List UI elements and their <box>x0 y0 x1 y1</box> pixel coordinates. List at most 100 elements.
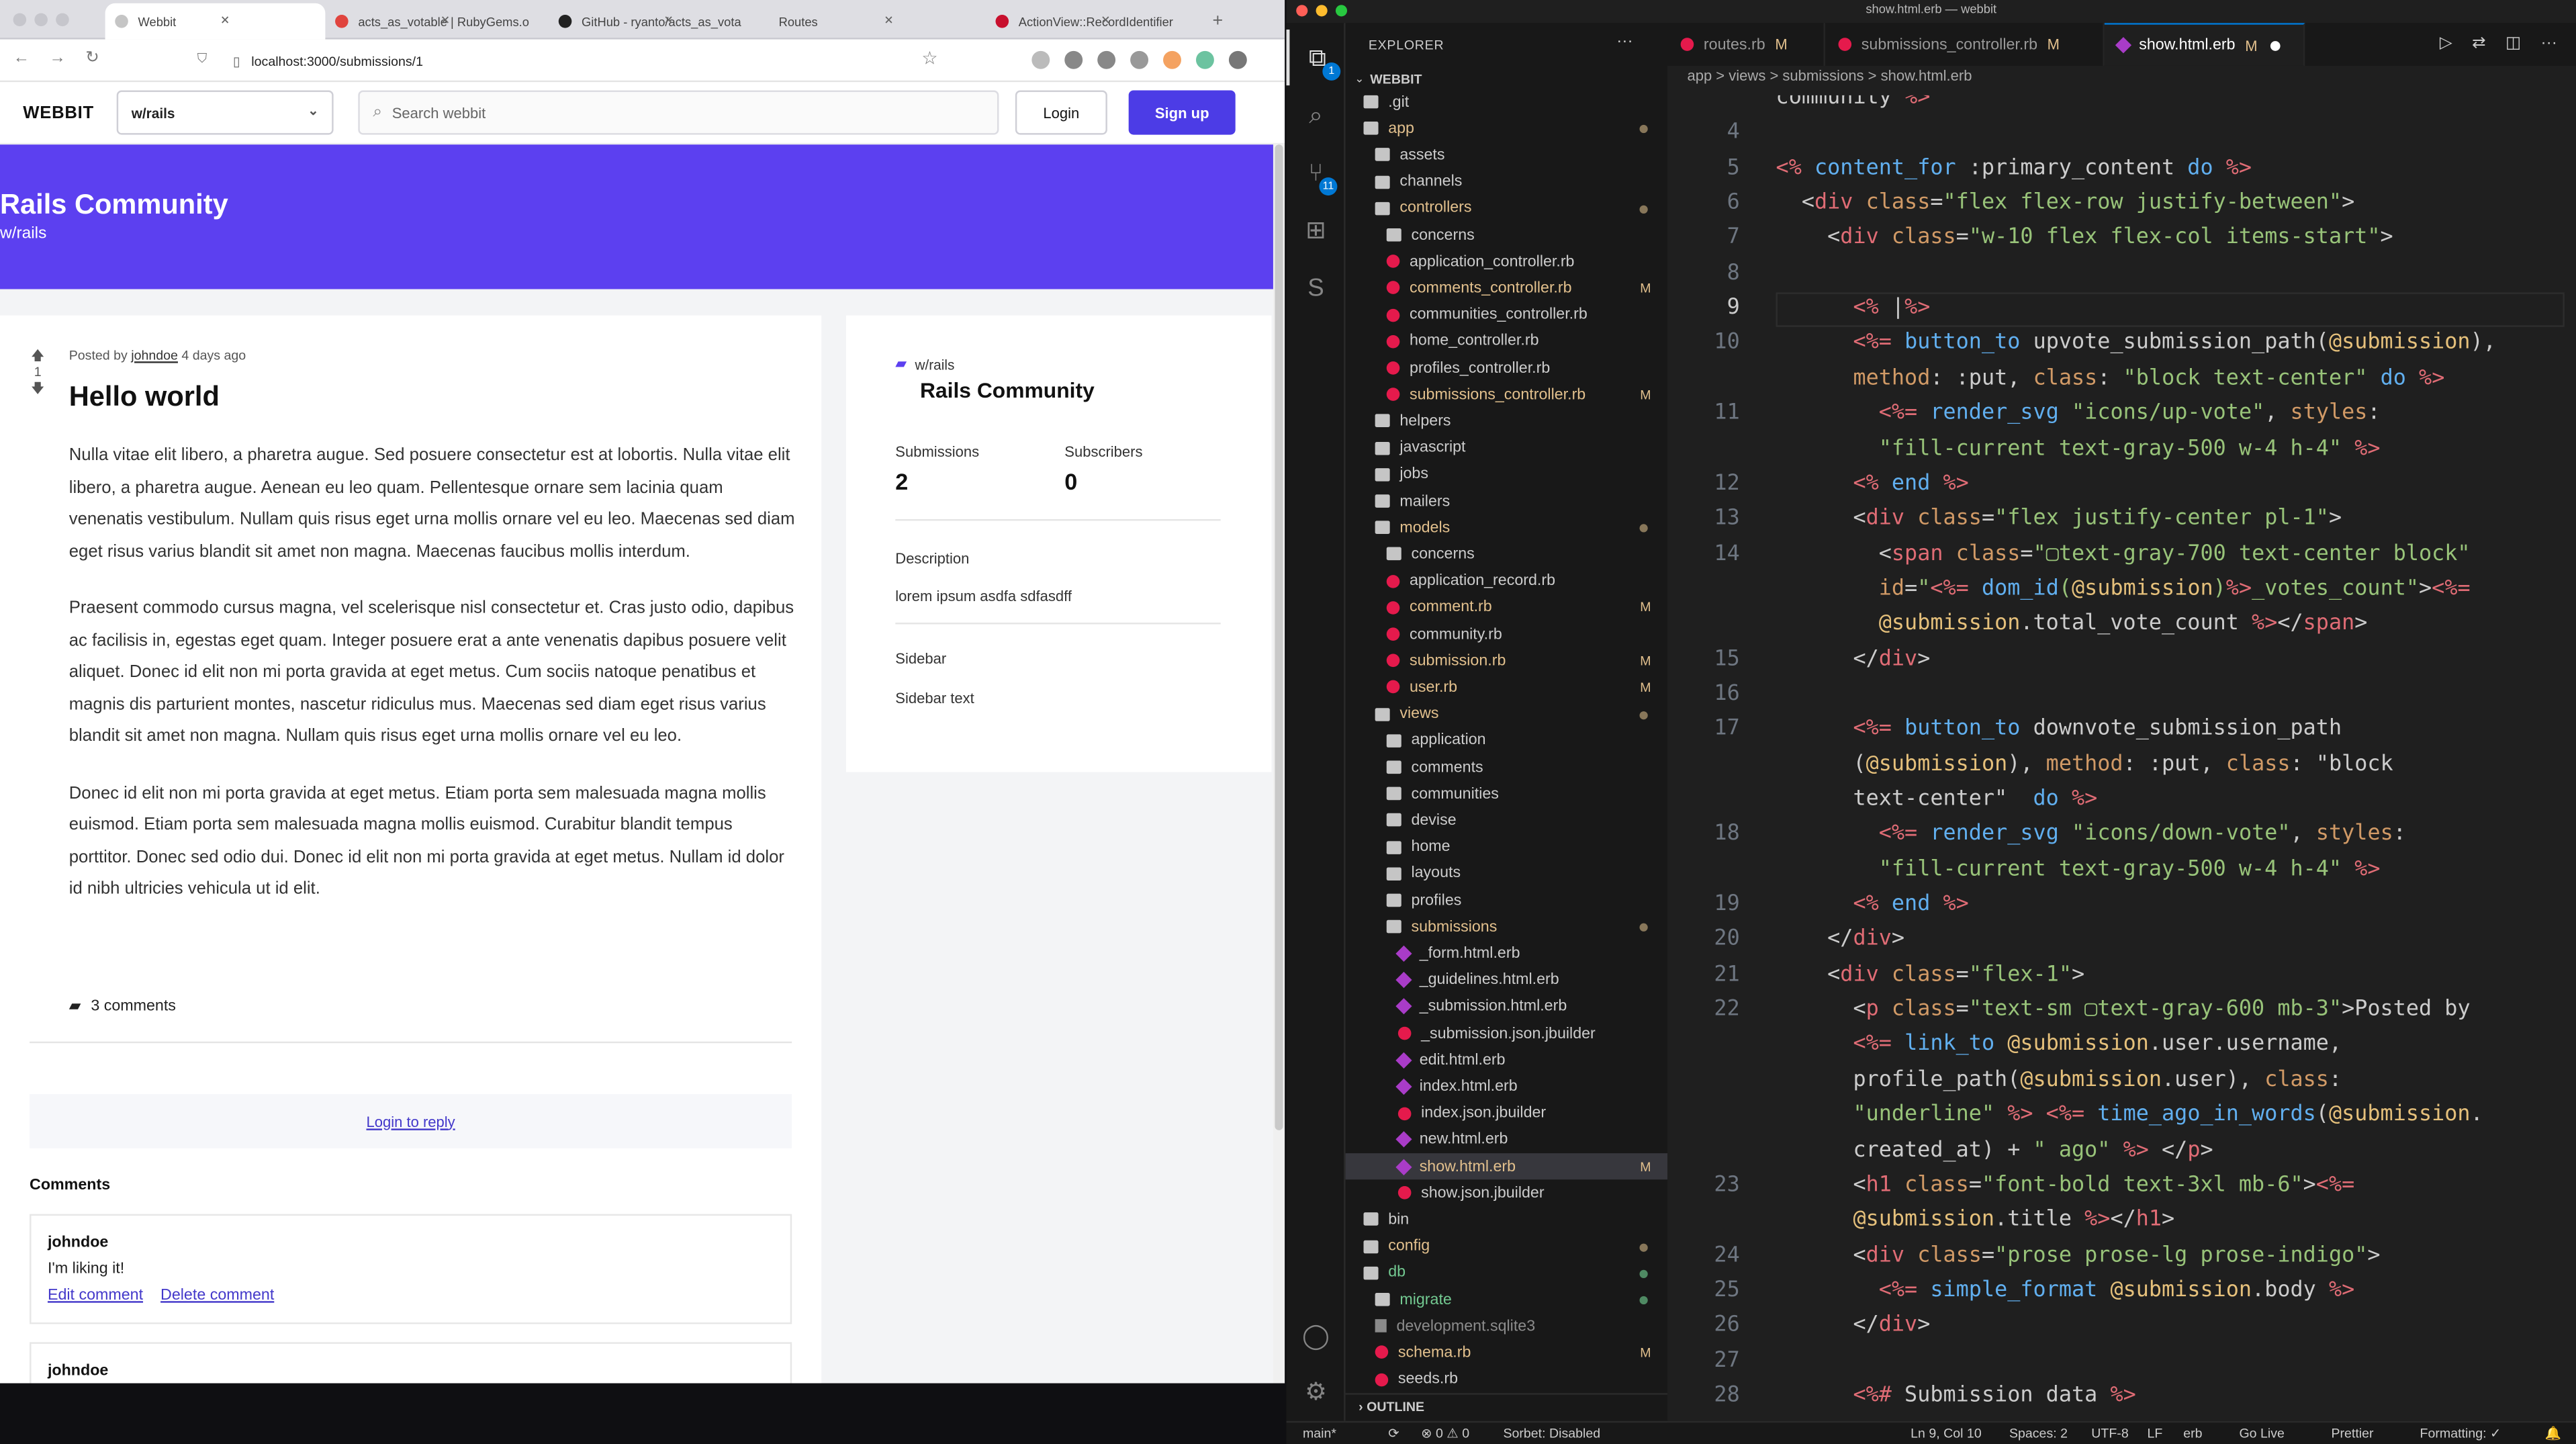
line-ending[interactable]: LF <box>2147 1426 2162 1441</box>
tree-item[interactable]: _guidelines.html.erb <box>1346 967 1667 994</box>
zoom-window-icon[interactable] <box>56 13 69 27</box>
code-line[interactable]: <div class="flex flex-row justify-betwee… <box>1776 191 2354 216</box>
code-line[interactable]: profile_path(@submission.user), class: <box>1776 1067 2342 1092</box>
indentation[interactable]: Spaces: 2 <box>2009 1426 2068 1441</box>
url-field[interactable]: ▯ localhost:3000/submissions/1 <box>222 46 978 76</box>
extension-icon[interactable] <box>1031 50 1050 69</box>
code-line[interactable]: <%= render_svg "icons/up-vote", styles: <box>1776 401 2381 426</box>
code-line[interactable]: <p class="text-sm ▢text-gray-600 mb-3">P… <box>1776 997 2470 1022</box>
editor-tab[interactable]: show.html.erb M <box>2104 23 2305 66</box>
extension-icon[interactable] <box>1130 50 1149 69</box>
language-mode[interactable]: erb <box>2183 1426 2202 1441</box>
code-line[interactable]: <div class="w-10 flex flex-col items-sta… <box>1776 226 2393 251</box>
search-icon[interactable]: ⌕ <box>1287 87 1346 143</box>
tree-item[interactable]: _submission.html.erb <box>1346 993 1667 1020</box>
close-tab-icon[interactable]: × <box>657 13 680 30</box>
tree-item[interactable]: development.sqlite3 <box>1346 1313 1667 1340</box>
go-live[interactable]: Go Live <box>2239 1426 2284 1441</box>
encoding[interactable]: UTF-8 <box>2091 1426 2128 1441</box>
bookmark-star-icon[interactable]: ☆ <box>921 48 937 69</box>
editor-tab[interactable]: routes.rb M <box>1667 23 1825 66</box>
sorbet-status[interactable]: Sorbet: Disabled <box>1503 1426 1600 1441</box>
close-window-icon[interactable] <box>13 13 27 27</box>
back-icon[interactable]: ← <box>13 49 30 67</box>
search-input[interactable]: ⌕ Search webbit <box>358 90 999 135</box>
tree-item[interactable]: edit.html.erb <box>1346 1047 1667 1074</box>
signup-button[interactable]: Sign up <box>1128 90 1236 135</box>
files-icon[interactable]: ⧉ 1 <box>1286 30 1346 86</box>
tree-item[interactable]: application_controller.rb <box>1346 249 1667 275</box>
browser-tab[interactable]: Webbit × <box>105 3 326 40</box>
tree-item[interactable]: home_controller.rb <box>1346 328 1667 355</box>
tree-item[interactable]: _form.html.erb <box>1346 940 1667 967</box>
login-to-reply-link[interactable]: Login to reply <box>366 1113 455 1129</box>
new-tab-button[interactable]: + <box>1212 3 1235 40</box>
code-line[interactable]: <%= simple_format @submission.body %> <box>1776 1278 2355 1303</box>
tree-item[interactable]: concerns <box>1346 222 1667 249</box>
code-line[interactable]: "fill-current text-gray-500 w-4 h-4" %> <box>1776 857 2381 882</box>
explorer-more-icon[interactable]: ··· <box>1616 33 1632 51</box>
code-line[interactable]: <% end %> <box>1776 471 1968 496</box>
reload-icon[interactable]: ↻ <box>85 49 99 67</box>
tree-item[interactable]: channels <box>1346 169 1667 195</box>
code-editor[interactable]: community %> 4 5 <% content_for :primary_co… <box>1667 95 2576 1421</box>
cursor-position[interactable]: Ln 9, Col 10 <box>1911 1426 1982 1441</box>
close-tab-icon[interactable]: × <box>877 13 900 30</box>
code-line[interactable]: <%= render_svg "icons/down-vote", styles… <box>1776 822 2406 847</box>
tree-item[interactable]: show.html.erb M <box>1345 1153 1668 1180</box>
code-line[interactable]: <% end %> <box>1776 892 1968 917</box>
settings-gear-icon[interactable]: ⚙ <box>1287 1363 1346 1419</box>
forward-icon[interactable]: → <box>49 49 65 67</box>
tree-item[interactable]: layouts <box>1346 860 1667 887</box>
code-line[interactable]: <%= button_to downvote_submission_path <box>1776 717 2342 741</box>
compare-icon[interactable]: ⇄ <box>2472 34 2486 52</box>
tree-item[interactable]: controllers <box>1346 195 1667 222</box>
extension-icon[interactable] <box>1228 50 1247 69</box>
formatting-status[interactable]: Formatting: ✓ <box>2420 1426 2501 1441</box>
code-line[interactable]: </div> <box>1776 927 1904 952</box>
delete-comment-link[interactable]: Delete comment <box>160 1286 274 1304</box>
tree-item[interactable]: comments_controller.rb M <box>1346 275 1667 302</box>
community-select[interactable]: w/rails ⌄ <box>116 90 334 135</box>
tree-item[interactable]: new.html.erb <box>1346 1126 1667 1153</box>
source-control-icon[interactable]: ⑂ 11 <box>1287 144 1346 200</box>
close-tab-icon[interactable]: × <box>214 13 236 30</box>
code-line[interactable]: @submission.title %></h1> <box>1776 1208 2174 1232</box>
upvote-icon[interactable]: 🡅 <box>30 349 46 365</box>
code-line[interactable]: <div class="flex justify-center pl-1"> <box>1776 506 2342 531</box>
tree-item[interactable]: .git <box>1346 89 1667 116</box>
tree-item[interactable]: concerns <box>1346 541 1667 568</box>
breadcrumb[interactable]: app > views > submissions > show.html.er… <box>1687 67 1972 83</box>
tree-item[interactable]: application <box>1346 727 1667 754</box>
tree-item[interactable]: migrate <box>1346 1286 1667 1313</box>
close-tab-icon[interactable]: × <box>434 13 457 30</box>
tree-item[interactable]: submission.rb M <box>1346 647 1667 674</box>
browser-tab[interactable]: acts_as_votable | RubyGems.o × <box>325 3 539 40</box>
code-line[interactable]: <div class="flex-1"> <box>1776 962 2084 987</box>
extension-icon[interactable] <box>1163 50 1181 69</box>
shield-icon[interactable]: ⛉ <box>197 51 208 67</box>
tree-item[interactable]: home <box>1346 834 1667 861</box>
extension-icon[interactable] <box>1064 50 1083 69</box>
code-line[interactable]: "underline" %> <%= time_ago_in_words(@su… <box>1776 1103 2483 1128</box>
login-button[interactable]: Login <box>1015 90 1107 135</box>
tree-item[interactable]: mailers <box>1346 488 1667 514</box>
tree-item[interactable]: models <box>1346 514 1667 541</box>
browser-tab[interactable]: Routes × <box>769 3 982 40</box>
code-line[interactable]: id="<%= dom_id(@submission)%>_votes_coun… <box>1776 576 2471 601</box>
tree-item[interactable]: helpers <box>1346 408 1667 435</box>
scrollbar-thumb[interactable] <box>1275 144 1283 1130</box>
tree-item[interactable]: views <box>1346 701 1667 727</box>
tree-item[interactable]: index.html.erb <box>1346 1073 1667 1100</box>
tree-item[interactable]: devise <box>1346 807 1667 834</box>
site-logo[interactable]: WEBBIT <box>23 103 94 123</box>
tree-item[interactable]: jobs <box>1346 461 1667 488</box>
close-tab-icon[interactable]: × <box>1094 13 1117 30</box>
minimize-window-icon[interactable] <box>34 13 48 27</box>
tree-item[interactable]: submissions_controller.rb M <box>1346 381 1667 408</box>
tree-item[interactable]: javascript <box>1346 435 1667 461</box>
tree-item[interactable]: seeds.rb <box>1346 1366 1667 1393</box>
tree-item[interactable]: config <box>1346 1233 1667 1260</box>
code-line[interactable]: <%= button_to upvote_submission_path(@su… <box>1776 331 2495 356</box>
problems-status[interactable]: ⊗ 0 ⚠ 0 <box>1421 1426 1469 1441</box>
